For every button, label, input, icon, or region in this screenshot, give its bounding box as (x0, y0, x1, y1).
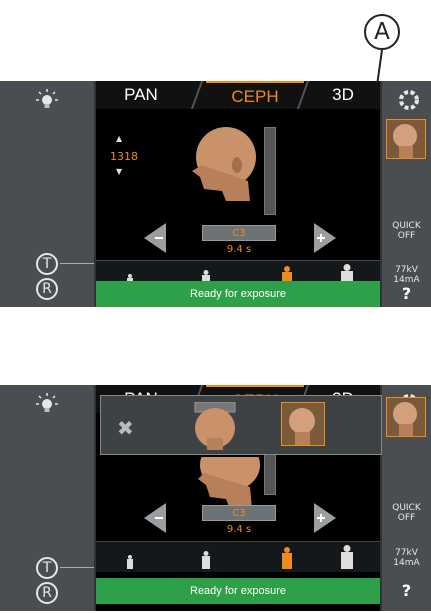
t-button[interactable]: T (36, 557, 58, 579)
patient-size-selector (96, 541, 380, 572)
left-arrow-icon[interactable] (144, 223, 166, 253)
cephalostat-ruler (264, 451, 276, 495)
callout-label: A (374, 19, 390, 45)
tab-ceph[interactable]: CEPH (206, 81, 304, 111)
head-side-option[interactable] (281, 402, 325, 446)
callout-a: A (364, 14, 400, 50)
head-profile-image (198, 457, 260, 509)
exposure-time: 9.4 s (226, 524, 252, 535)
counter-value: 1318 (110, 150, 138, 163)
t-button[interactable]: T (36, 253, 58, 275)
counter-up-arrow[interactable]: ▲ (116, 134, 122, 143)
gear-icon[interactable] (398, 89, 420, 111)
light-bulb-icon[interactable] (33, 89, 61, 113)
program-code[interactable]: C3 (202, 225, 276, 241)
quick-mode-button[interactable]: QUICK OFF (384, 503, 429, 523)
close-icon[interactable]: ✖ (117, 416, 134, 440)
tab-separator (190, 81, 204, 109)
left-arrow-icon[interactable] (144, 503, 166, 533)
divider (60, 567, 94, 568)
exposure-values: 77kV 14mA (393, 265, 420, 285)
control-screen-1: T R PAN CEPH 3D ▲ 1318 ▼ C3 9.4 s Ready … (0, 81, 431, 307)
program-code[interactable]: C3 (202, 505, 276, 521)
quick-mode-button[interactable]: QUICK OFF (384, 221, 429, 241)
mode-tabs: PAN CEPH 3D (96, 81, 380, 109)
tab-pan[interactable]: PAN (96, 81, 186, 109)
help-button[interactable]: ? (384, 581, 429, 600)
status-bar: Ready for exposure (96, 281, 380, 307)
control-screen-2: T R PAN CEPH 3D C3 9.4 s Ready for expos… (0, 385, 431, 611)
ceph-thumbnail[interactable] (386, 119, 426, 159)
ceph-thumbnail[interactable] (386, 397, 426, 437)
ceph-view-popup: ✖ (100, 395, 382, 455)
person-icon[interactable] (201, 551, 211, 569)
light-bulb-icon[interactable] (33, 393, 61, 417)
person-icon[interactable] (340, 545, 354, 569)
right-arrow-icon[interactable] (314, 223, 336, 253)
divider (60, 263, 94, 264)
tab-3d[interactable]: 3D (306, 81, 380, 109)
status-bar: Ready for exposure (96, 578, 380, 604)
exposure-values: 77kV 14mA (393, 548, 420, 568)
head-front-image[interactable] (191, 402, 243, 450)
exposure-time: 9.4 s (226, 244, 252, 255)
r-button[interactable]: R (36, 278, 58, 300)
r-button[interactable]: R (36, 582, 58, 604)
person-icon[interactable] (126, 555, 134, 569)
head-profile-image (192, 127, 256, 201)
right-arrow-icon[interactable] (314, 503, 336, 533)
counter-down-arrow[interactable]: ▼ (116, 167, 122, 176)
help-button[interactable]: ? (384, 284, 429, 303)
cephalostat-ruler (264, 127, 276, 215)
person-icon-selected[interactable] (281, 547, 293, 569)
